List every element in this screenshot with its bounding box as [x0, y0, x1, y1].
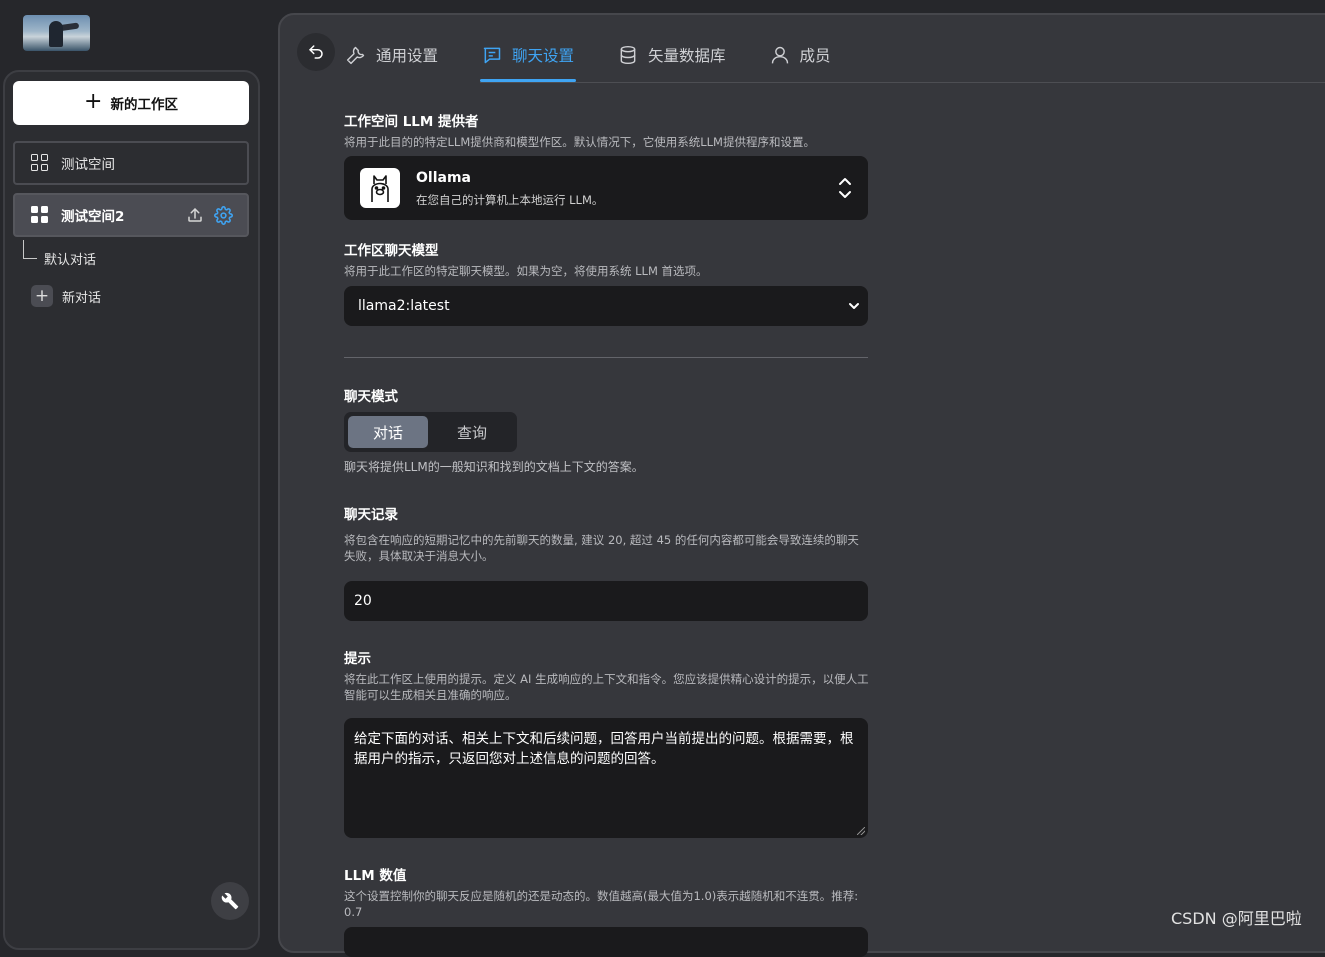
app-logo	[23, 15, 90, 51]
mode-option-query[interactable]: 查询	[432, 416, 512, 448]
settings-tabs: 通用设置 聊天设置 矢量数据库 成员	[344, 27, 873, 83]
watermark: CSDN @阿里巴啦	[1171, 909, 1302, 928]
temperature-description: 这个设置控制你的聊天反应是随机的还是动态的。数值越高(最大值为1.0)表示越随机…	[344, 889, 859, 919]
chat-history-input[interactable]: 20	[344, 581, 868, 621]
wrench-icon	[221, 892, 239, 910]
settings-panel: 通用设置 聊天设置 矢量数据库 成员 工作空间 LLM 提供者 将用于此目的的特…	[278, 13, 1325, 957]
tab-label: 通用设置	[376, 47, 439, 65]
new-thread-button[interactable]: + 新对话	[31, 285, 101, 307]
ollama-logo-icon	[360, 168, 400, 208]
chevron-up-down-icon	[839, 178, 851, 198]
new-workspace-label: 新的工作区	[110, 97, 178, 113]
provider-description: 将用于此目的的特定LLM提供商和模型作区。默认情况下，它使用系统LLM提供程序和…	[344, 135, 815, 149]
tab-vector-db[interactable]: 矢量数据库	[616, 27, 728, 83]
gear-icon[interactable]	[214, 206, 233, 229]
mode-title: 聊天模式	[344, 389, 398, 405]
workspace-item-active[interactable]: 测试空间2	[13, 193, 249, 237]
chat-history-value: 20	[354, 593, 372, 609]
workspace-item[interactable]: 测试空间	[13, 141, 249, 185]
history-description: 将包含在响应的短期记忆中的先前聊天的数量, 建议 20, 超过 45 的任何内容…	[344, 533, 859, 563]
chat-icon	[483, 47, 501, 64]
settings-wrench-button[interactable]	[211, 882, 249, 920]
chat-model-select[interactable]: llama2:latest	[344, 286, 868, 326]
chat-model-value: llama2:latest	[358, 298, 450, 314]
tab-chat[interactable]: 聊天设置	[480, 27, 577, 83]
tab-members[interactable]: 成员	[768, 27, 833, 83]
temperature-title: LLM 数值	[344, 868, 407, 884]
tab-general[interactable]: 通用设置	[344, 27, 440, 83]
temperature-input[interactable]	[344, 927, 868, 957]
chevron-down-icon	[849, 303, 859, 309]
provider-title: 工作空间 LLM 提供者	[344, 114, 479, 130]
provider-selector[interactable]: Ollama 在您自己的计算机上本地运行 LLM。	[344, 156, 868, 220]
history-title: 聊天记录	[344, 507, 398, 523]
thread-item[interactable]: 默认对话	[44, 249, 96, 268]
new-workspace-button[interactable]: + 新的工作区	[13, 81, 249, 125]
undo-arrow-icon	[309, 45, 323, 59]
plus-icon: +	[31, 285, 53, 307]
mode-description: 聊天将提供LLM的一般知识和找到的文档上下文的答案。	[344, 460, 644, 474]
mode-option-chat[interactable]: 对话	[348, 416, 428, 448]
wrench-icon	[346, 46, 365, 65]
workspace-name: 测试空间	[61, 157, 115, 173]
user-icon	[771, 46, 788, 64]
workspace-name: 测试空间2	[61, 209, 125, 225]
chat-mode-toggle: 对话 查询	[344, 412, 517, 452]
thread-connector	[23, 240, 37, 259]
prompt-textarea[interactable]: 给定下面的对话、相关上下文和后续问题，回答用户当前提出的问题。根据需要，根据用户…	[344, 718, 868, 838]
model-title: 工作区聊天模型	[344, 243, 439, 259]
tab-label: 聊天设置	[512, 47, 575, 65]
provider-subtitle: 在您自己的计算机上本地运行 LLM。	[416, 193, 604, 207]
tab-label: 成员	[799, 47, 831, 65]
squares-icon	[31, 154, 49, 172]
prompt-title: 提示	[344, 651, 371, 667]
prompt-description: 将在此工作区上使用的提示。定义 AI 生成响应的上下文和指令。您应该提供精心设计…	[344, 672, 869, 702]
sidebar: + 新的工作区 测试空间 测试空间2 默认对话 + 新对话	[3, 70, 260, 950]
squares-icon	[31, 206, 49, 224]
new-thread-label: 新对话	[62, 290, 102, 306]
prompt-value: 给定下面的对话、相关上下文和后续问题，回答用户当前提出的问题。根据需要，根据用户…	[354, 731, 854, 767]
section-divider	[344, 357, 868, 358]
resize-handle-icon[interactable]	[857, 827, 865, 835]
tab-label: 矢量数据库	[648, 47, 726, 65]
model-description: 将用于此工作区的特定聊天模型。如果为空，将使用系统 LLM 首选项。	[344, 264, 708, 278]
plus-icon: +	[84, 89, 103, 114]
upload-icon[interactable]	[186, 206, 204, 229]
provider-name: Ollama	[416, 170, 471, 186]
back-button[interactable]	[297, 33, 335, 71]
database-icon	[620, 45, 636, 65]
tabs-divider	[480, 82, 1325, 83]
